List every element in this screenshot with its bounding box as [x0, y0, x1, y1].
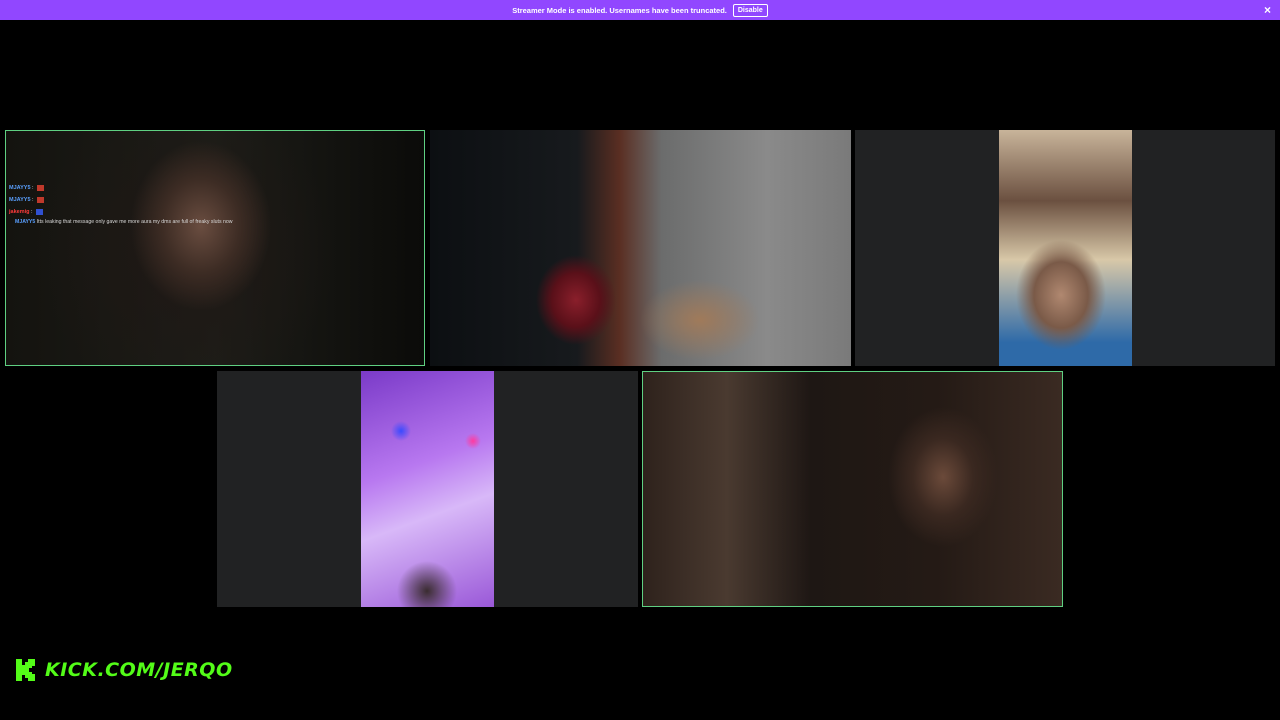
video-feed: [999, 130, 1132, 366]
emote-icon: [37, 184, 45, 191]
video-tile-4[interactable]: [217, 371, 638, 607]
chat-separator: :: [32, 185, 34, 191]
video-feed: [6, 131, 424, 365]
video-feed: [430, 130, 851, 366]
emote-icon: [36, 208, 44, 215]
chat-separator: :: [31, 209, 33, 215]
chat-line: jakemig :: [9, 206, 249, 218]
banner-message: Streamer Mode is enabled. Usernames have…: [512, 5, 727, 15]
chat-overlay: MJAYY5 : MJAYY5 : jakemig : MJAYY5 Itts …: [9, 182, 249, 227]
chat-username: MJAYY5: [15, 219, 36, 225]
video-feed: [361, 371, 494, 607]
kick-logo-icon: [16, 659, 35, 681]
chat-message: Itts leaking that message only gave me m…: [36, 219, 233, 225]
chat-line: MJAYY5 :: [9, 182, 249, 194]
chat-line: MJAYY5 :: [9, 194, 249, 206]
chat-reply: MJAYY5 Itts leaking that message only ga…: [15, 218, 249, 227]
video-tile-5[interactable]: [642, 371, 1063, 607]
chat-username: MJAYY5: [9, 197, 31, 203]
video-tile-1[interactable]: MJAYY5 : MJAYY5 : jakemig : MJAYY5 Itts …: [5, 130, 425, 366]
video-feed: [643, 372, 1062, 606]
chat-separator: :: [32, 197, 34, 203]
disable-streamer-mode-button[interactable]: Disable: [732, 3, 768, 17]
close-icon[interactable]: ×: [1264, 3, 1271, 17]
streamer-mode-banner: Streamer Mode is enabled. Usernames have…: [0, 0, 1280, 20]
emote-icon: [37, 196, 45, 203]
kick-url-watermark: KICK.COM/JERQO: [45, 659, 233, 681]
video-tile-3[interactable]: [855, 130, 1275, 366]
video-tile-2[interactable]: [430, 130, 851, 366]
chat-username: jakemig: [9, 209, 30, 215]
chat-username: MJAYY5: [9, 185, 31, 191]
